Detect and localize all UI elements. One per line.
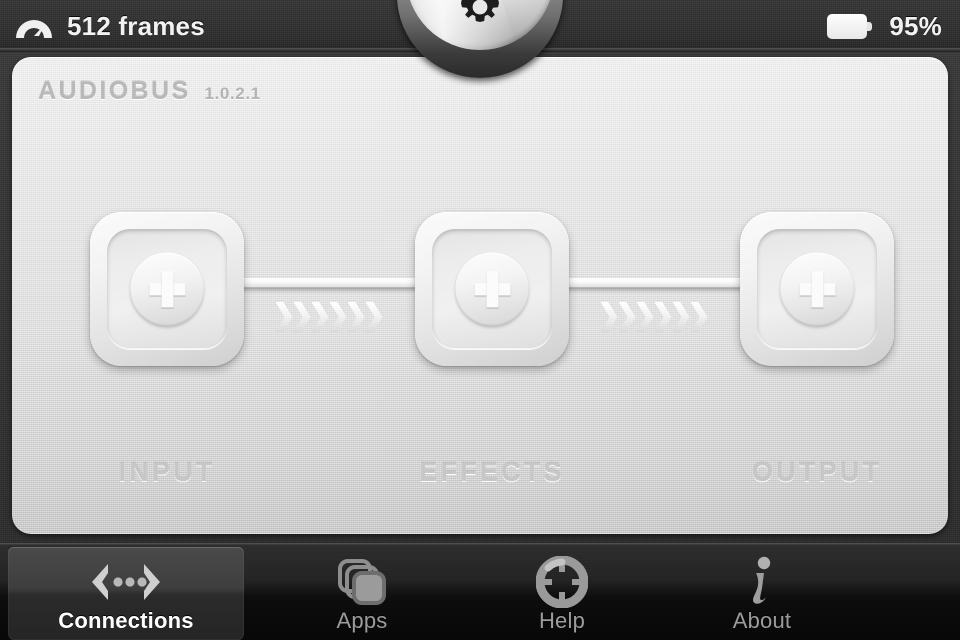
apps-stack-icon — [334, 556, 390, 608]
add-effect-button[interactable] — [455, 252, 529, 326]
tab-bar: Connections Apps Help About — [0, 543, 960, 640]
connector-input-to-effects — [240, 212, 418, 366]
tab-about[interactable]: About — [662, 547, 862, 640]
gear-icon — [455, 0, 505, 32]
slot-effects-well — [432, 229, 552, 349]
plus-icon — [474, 271, 510, 307]
slot-label-input: INPUT — [118, 457, 216, 487]
tab-bar-top-edge — [0, 543, 960, 545]
plus-icon — [149, 271, 185, 307]
slot-label-output: OUTPUT — [751, 457, 883, 487]
slot-label-effects: EFFECTS — [419, 457, 565, 487]
info-i-icon — [739, 556, 785, 608]
app-screen: 512 frames 95% AUDIOBUS 1.0.2.1 INPUT EF… — [0, 0, 960, 640]
slot-output[interactable] — [740, 212, 894, 366]
slot-output-well — [757, 229, 877, 349]
slot-effects[interactable] — [415, 212, 569, 366]
tab-help-label: Help — [538, 608, 586, 633]
gauge-icon — [14, 11, 54, 41]
plus-icon — [799, 271, 835, 307]
tab-connections-label: Connections — [58, 608, 194, 633]
add-input-button[interactable] — [130, 252, 204, 326]
tab-apps[interactable]: Apps — [262, 547, 462, 640]
connector-effects-to-output — [565, 212, 743, 366]
status-bar-right: 95% — [827, 0, 942, 52]
slot-input-well — [107, 229, 227, 349]
tab-list: Connections Apps Help About — [0, 547, 960, 640]
slot-input[interactable] — [90, 212, 244, 366]
battery-percent: 95% — [889, 10, 942, 41]
connection-rack: INPUT EFFECTS OUTPUT — [12, 57, 948, 534]
frames-counter: 512 frames — [67, 10, 205, 41]
tab-help[interactable]: Help — [462, 547, 662, 640]
tab-apps-label: Apps — [336, 608, 388, 633]
cable-bar — [565, 278, 743, 287]
connections-icon — [78, 556, 174, 608]
tab-about-label: About — [732, 608, 792, 633]
battery-icon — [827, 13, 873, 39]
add-output-button[interactable] — [780, 252, 854, 326]
status-bar-left: 512 frames — [14, 0, 205, 52]
main-panel: AUDIOBUS 1.0.2.1 INPUT EFFECTS OUTPUT — [12, 57, 948, 534]
cable-bar — [240, 278, 418, 287]
signal-flow-arrows — [565, 300, 743, 334]
signal-flow-arrows — [240, 300, 418, 334]
tab-connections[interactable]: Connections — [8, 547, 244, 640]
life-ring-icon — [536, 556, 588, 608]
